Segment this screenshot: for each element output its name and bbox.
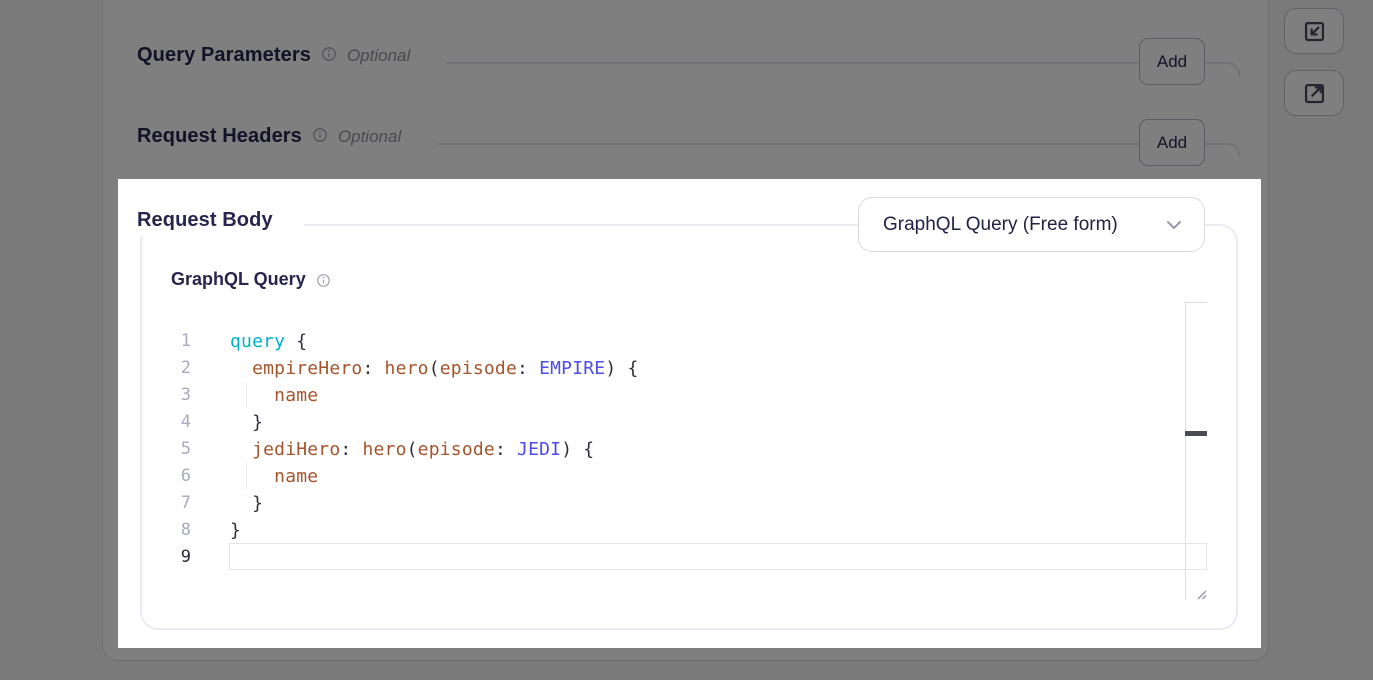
body-type-select[interactable]: GraphQL Query (Free form): [858, 197, 1205, 252]
request-body-header: Request Body: [137, 209, 281, 232]
query-parameters-divider: [447, 62, 1240, 76]
chevron-down-icon: [1166, 220, 1182, 230]
info-icon: [316, 273, 331, 288]
open-external-icon: [1301, 80, 1328, 107]
request-headers-header: Request Headers Optional: [137, 125, 409, 148]
optional-label: Optional: [347, 46, 410, 66]
code-line-text: empireHero: hero(episode: EMPIRE) {: [230, 355, 638, 382]
line-number: 8: [160, 517, 191, 544]
add-query-parameter-button[interactable]: Add: [1139, 38, 1205, 85]
code-line-text: }: [230, 490, 263, 517]
graphql-query-label: GraphQL Query: [171, 269, 306, 290]
info-icon: [312, 127, 328, 143]
code-line[interactable]: 9: [150, 544, 1210, 571]
code-line[interactable]: 1 query {: [150, 328, 1210, 355]
code-line[interactable]: 3 name: [150, 382, 1210, 409]
code-line[interactable]: 4 }: [150, 409, 1210, 436]
query-parameters-title: Query Parameters: [137, 44, 311, 67]
line-number: 4: [160, 409, 191, 436]
code-line-text: }: [230, 409, 263, 436]
scrollbar-thumb[interactable]: [1185, 431, 1207, 436]
edit-in-panel-icon: [1301, 18, 1328, 45]
code-line[interactable]: 6 name: [150, 463, 1210, 490]
request-headers-title: Request Headers: [137, 125, 302, 148]
dim-overlay: [0, 179, 118, 648]
code-line[interactable]: 5 jediHero: hero(episode: JEDI) {: [150, 436, 1210, 463]
add-request-header-button[interactable]: Add: [1139, 119, 1205, 166]
code-line-text: query {: [230, 328, 307, 355]
line-number: 7: [160, 490, 191, 517]
code-line-text: name: [230, 463, 318, 490]
info-icon: [321, 46, 337, 62]
body-type-value: GraphQL Query (Free form): [883, 214, 1118, 236]
line-number: 1: [160, 328, 191, 355]
code-line-text: name: [230, 382, 318, 409]
line-number: 3: [160, 382, 191, 409]
resize-grip[interactable]: [1191, 584, 1207, 600]
code-line-text: }: [230, 517, 241, 544]
code-line-text: jediHero: hero(episode: JEDI) {: [230, 436, 594, 463]
request-body-title: Request Body: [137, 209, 273, 232]
optional-label: Optional: [338, 127, 401, 147]
editor-scroll-track: [1185, 302, 1186, 600]
dim-overlay: [1261, 179, 1373, 648]
line-number: 6: [160, 463, 191, 490]
line-number: 9: [160, 544, 191, 571]
code-editor[interactable]: 1query {2 empireHero: hero(episode: EMPI…: [150, 328, 1210, 588]
open-external-button[interactable]: [1284, 70, 1344, 116]
code-line[interactable]: 2 empireHero: hero(episode: EMPIRE) {: [150, 355, 1210, 382]
line-number: 2: [160, 355, 191, 382]
query-parameters-header: Query Parameters Optional: [137, 44, 418, 67]
line-number: 5: [160, 436, 191, 463]
editor-scroll-track-top: [1185, 302, 1207, 303]
code-line[interactable]: 7 }: [150, 490, 1210, 517]
add-button-label: Add: [1157, 133, 1187, 153]
graphql-query-label-row: GraphQL Query: [171, 269, 331, 290]
request-headers-divider: [437, 143, 1240, 157]
add-button-label: Add: [1157, 52, 1187, 72]
code-line[interactable]: 8}: [150, 517, 1210, 544]
edit-in-panel-button[interactable]: [1284, 8, 1344, 54]
